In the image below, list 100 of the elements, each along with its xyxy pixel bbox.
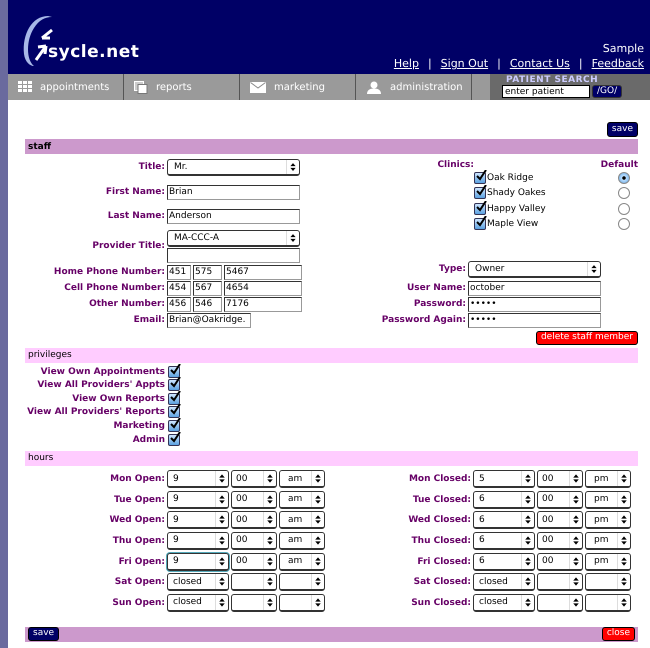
phone-field[interactable]: 575 (193, 264, 222, 280)
hour-select[interactable]: closed (473, 573, 535, 592)
checkbox[interactable] (168, 392, 180, 405)
patient-search-field[interactable]: enter patient (502, 85, 590, 98)
password-field[interactable]: ••••• (468, 296, 601, 312)
checkbox[interactable] (474, 202, 486, 215)
field-label: Password: (412, 299, 466, 309)
input-field[interactable] (167, 248, 300, 262)
field-label: Provider Title: (91, 241, 165, 251)
radio-button[interactable] (618, 218, 630, 230)
input-field[interactable]: Brian@Oakridge. (167, 312, 251, 328)
input-field[interactable]: Anderson (167, 208, 300, 224)
ampm-select[interactable]: am (279, 511, 325, 530)
delete-button[interactable]: delete staff member (536, 331, 638, 345)
ampm-select[interactable]: pm (585, 490, 631, 509)
minute-select[interactable]: 00 (231, 490, 277, 509)
checkbox[interactable] (168, 420, 180, 432)
minute-select[interactable]: 00 (231, 552, 277, 571)
minute-select[interactable]: 00 (537, 511, 583, 530)
privilege-label: View All Providers' Reports (26, 407, 165, 418)
radio-button[interactable] (618, 202, 630, 215)
hour-select[interactable]: closed (167, 594, 229, 612)
checkbox[interactable] (168, 434, 180, 446)
header-link[interactable]: Sign Out (440, 57, 488, 70)
ampm-select[interactable]: pm (585, 470, 631, 488)
ampm-select[interactable]: pm (585, 532, 631, 550)
radio-button[interactable] (618, 172, 630, 184)
checkbox[interactable] (474, 172, 486, 184)
hour-select[interactable]: 6 (473, 532, 535, 550)
minute-select[interactable]: 00 (231, 511, 277, 530)
password-field[interactable]: ••••• (468, 312, 601, 328)
checkbox[interactable] (474, 187, 486, 200)
phone-field[interactable]: 546 (193, 296, 222, 312)
dropdown-select[interactable]: Owner (468, 260, 601, 278)
ampm-select[interactable] (279, 594, 325, 612)
privilege-label: Admin (132, 434, 165, 445)
dropdown-select[interactable]: MA-CCC-A (167, 230, 300, 246)
ampm-select[interactable] (279, 573, 325, 592)
hour-select[interactable]: 6 (473, 490, 535, 509)
hour-select[interactable]: 9 (167, 552, 229, 571)
phone-field[interactable]: 456 (167, 296, 191, 312)
hour-select[interactable]: 9 (167, 490, 229, 509)
minute-select[interactable]: 00 (231, 470, 277, 488)
field-label: Cell Phone Number: (63, 283, 165, 293)
ampm-select[interactable] (585, 594, 631, 612)
phone-field[interactable]: 567 (193, 280, 222, 296)
save-button[interactable]: save (606, 122, 638, 137)
field-label: Password Again: (380, 315, 466, 325)
hour-select[interactable]: closed (473, 594, 535, 612)
field-label: Last Name: (106, 211, 165, 221)
ampm-select[interactable]: pm (585, 552, 631, 571)
checkbox[interactable] (474, 218, 486, 230)
day-label: Fri Closed: (416, 556, 471, 567)
checkbox[interactable] (168, 379, 180, 392)
search-title: PATIENT SEARCH (506, 75, 600, 85)
day-label: Wed Closed: (407, 515, 471, 526)
hour-select[interactable]: 6 (473, 511, 535, 530)
ampm-select[interactable]: am (279, 532, 325, 550)
go-button[interactable]: /GO/ (592, 85, 622, 98)
day-label: Thu Closed: (410, 536, 471, 546)
minute-select[interactable] (231, 573, 277, 592)
header-link[interactable]: Feedback (592, 57, 644, 70)
phone-field[interactable]: 451 (167, 264, 191, 280)
hour-select[interactable]: 9 (167, 470, 229, 488)
radio-button[interactable] (618, 187, 630, 200)
ampm-select[interactable]: am (279, 490, 325, 509)
phone-field[interactable]: 5467 (224, 264, 302, 280)
dropdown-select[interactable]: Mr. (167, 158, 300, 176)
ampm-select[interactable]: pm (585, 511, 631, 530)
phone-field[interactable]: 454 (167, 280, 191, 296)
hour-select[interactable]: 9 (167, 532, 229, 550)
phone-field[interactable]: 7176 (224, 296, 302, 312)
input-field[interactable]: october (468, 280, 601, 296)
ampm-select[interactable] (585, 573, 631, 592)
section-title: privileges (28, 350, 72, 360)
ampm-select[interactable]: am (279, 470, 325, 488)
day-label: Sun Closed: (410, 598, 471, 608)
checkbox[interactable] (168, 406, 180, 418)
minute-select[interactable]: 00 (537, 552, 583, 571)
hour-select[interactable]: 9 (167, 511, 229, 530)
minute-select[interactable]: 00 (537, 470, 583, 488)
ampm-select[interactable]: am (279, 552, 325, 571)
header-link[interactable]: Help (394, 57, 419, 70)
day-label: Sat Closed: (412, 577, 471, 588)
column-label: Default (600, 160, 638, 170)
minute-select[interactable]: 00 (537, 532, 583, 550)
hour-select[interactable]: 6 (473, 552, 535, 571)
hour-select[interactable]: closed (167, 573, 229, 592)
minute-select[interactable]: 00 (231, 532, 277, 550)
header-link[interactable]: Contact Us (510, 57, 570, 70)
close-button[interactable]: close (602, 627, 635, 642)
hour-select[interactable]: 5 (473, 470, 535, 488)
checkbox[interactable] (168, 366, 180, 378)
input-field[interactable]: Brian (167, 184, 300, 200)
minute-select[interactable]: 00 (537, 490, 583, 509)
phone-field[interactable]: 4654 (224, 280, 302, 296)
minute-select[interactable] (231, 594, 277, 612)
save-button[interactable]: save (28, 627, 60, 642)
minute-select[interactable] (537, 594, 583, 612)
minute-select[interactable] (537, 573, 583, 592)
